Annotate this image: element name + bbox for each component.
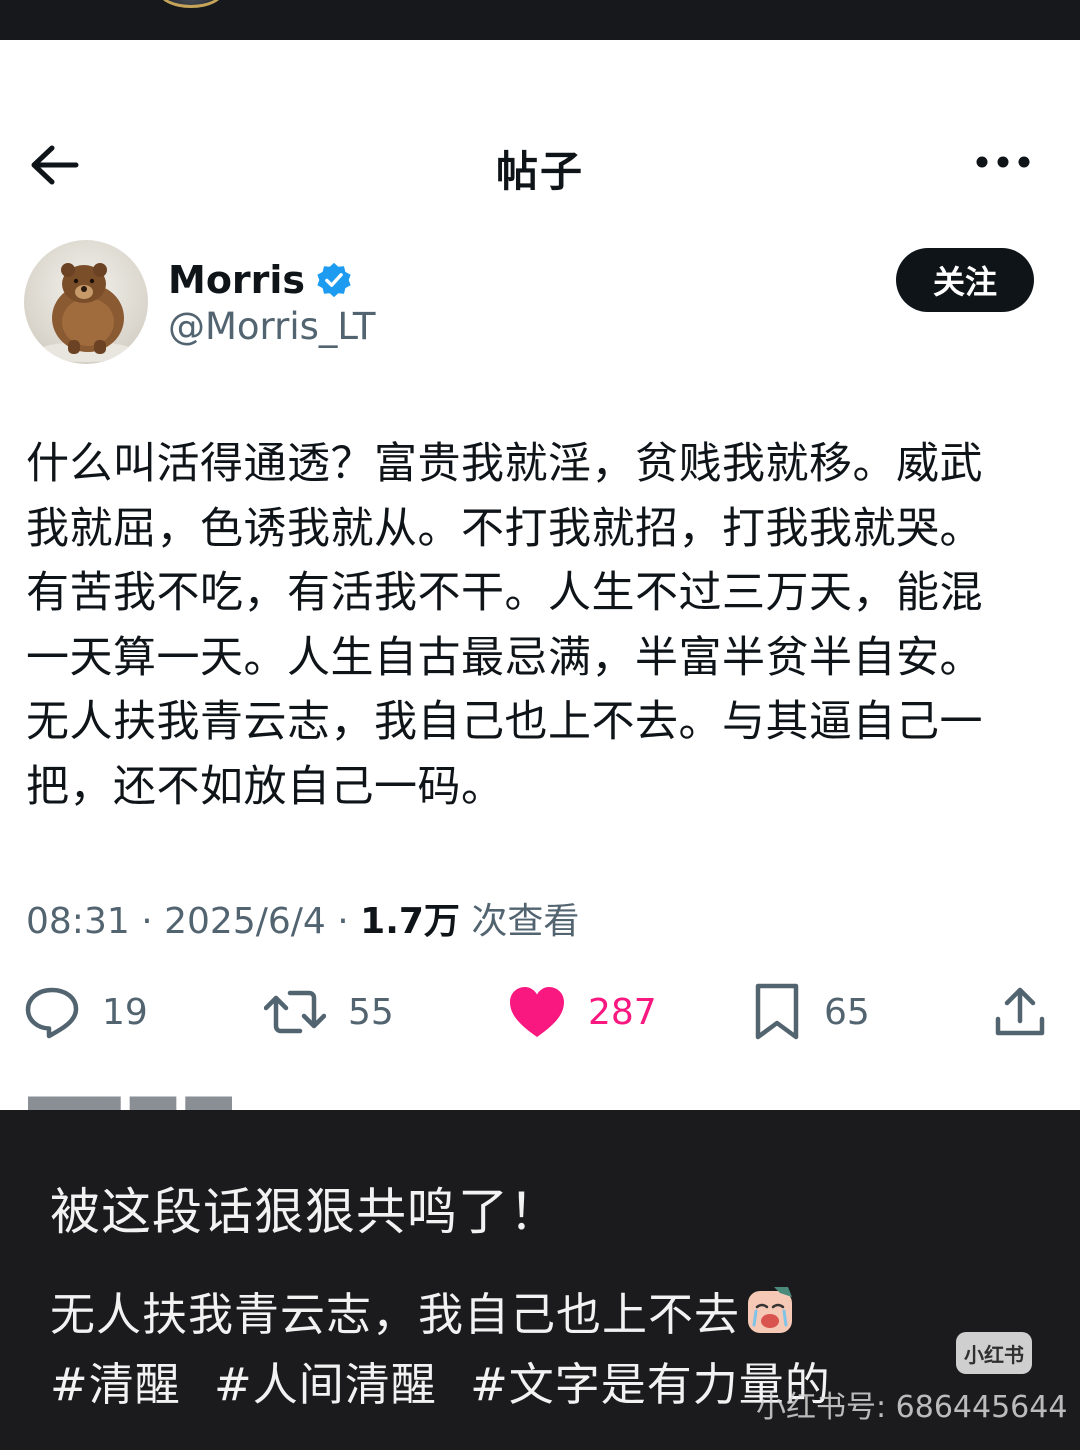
post-text: 什么叫活得通透？富贵我就淫，贫贱我就移。威武 我就屈，色诱我就从。不打我就招，打… xyxy=(26,432,1058,819)
author-avatar[interactable] xyxy=(24,240,148,364)
caption-overlay: ▇▇▇▇ ▇▇ ▇▇ 被这段话狠狠共鸣了！ 无人扶我青云志，我自己也上不去 #清… xyxy=(0,1096,1080,1450)
like-button[interactable]: 287 xyxy=(508,980,657,1044)
bookmark-icon xyxy=(755,983,799,1040)
reply-button[interactable]: 19 xyxy=(24,980,148,1044)
bookmark-count: 65 xyxy=(824,991,870,1033)
repost-icon xyxy=(264,990,326,1034)
post-text-line: 有苦我不吃，有活我不干。人生不过三万天，能混 xyxy=(26,568,983,618)
post-date[interactable]: 2025/6/4 xyxy=(164,901,326,942)
post-meta: 08:31 · 2025/6/4 · 1.7万 次查看 xyxy=(26,892,579,944)
overlay-quote-text: 无人扶我青云志，我自己也上不去 xyxy=(50,1288,741,1341)
like-count: 287 xyxy=(588,991,657,1033)
overlay-title: 被这段话狠狠共鸣了！ xyxy=(50,1183,560,1241)
more-button[interactable] xyxy=(974,142,1034,182)
partial-avatar xyxy=(158,0,224,8)
more-horizontal-icon xyxy=(976,156,1030,168)
crying-emoji-icon xyxy=(748,1286,793,1333)
cut-off-text: ▇▇▇▇ ▇▇ ▇▇ xyxy=(28,1096,232,1110)
meta-separator: · xyxy=(337,901,349,942)
author-name-row: Morris xyxy=(168,252,353,308)
hashtag-row: #清醒 #人间清醒 #文字是有力量的 xyxy=(50,1348,849,1413)
post-text-line: 我就屈，色诱我就从。不打我就招，打我我就哭。 xyxy=(26,503,983,554)
post-text-line: 一天算一天。人生自古最忌满，半富半贫半自安。 xyxy=(26,632,983,683)
share-icon xyxy=(995,987,1045,1036)
heart-icon xyxy=(510,987,564,1037)
reply-icon xyxy=(25,987,79,1039)
post-header: 帖子 xyxy=(0,120,1080,210)
post-text-line: 把，还不如放自己一码。 xyxy=(26,761,505,812)
author-name[interactable]: Morris xyxy=(168,258,305,302)
post-time[interactable]: 08:31 xyxy=(26,901,130,942)
verified-badge-icon xyxy=(317,262,351,298)
watermark-id: 小红书号: 686445644 xyxy=(756,1390,1068,1425)
post-text-line: 什么叫活得通透？富贵我就淫，贫贱我就移。威武 xyxy=(26,439,983,489)
reply-count: 19 xyxy=(102,991,148,1033)
xiaohongshu-logo: 小红书 xyxy=(956,1332,1032,1374)
views-count[interactable]: 1.7万 xyxy=(360,901,460,942)
meta-separator: · xyxy=(141,901,153,942)
bookmark-button[interactable]: 65 xyxy=(752,980,870,1044)
share-button[interactable] xyxy=(994,980,1046,1044)
hashtag[interactable]: #清醒 xyxy=(50,1358,181,1411)
overlay-quote: 无人扶我青云志，我自己也上不去 xyxy=(50,1278,796,1343)
post-text-line: 无人扶我青云志，我自己也上不去。与其逼自己一 xyxy=(26,697,983,747)
top-bar-strip xyxy=(0,0,1080,40)
follow-button[interactable]: 关注 xyxy=(896,248,1034,312)
action-bar: 19 55 287 65 xyxy=(0,980,1080,1044)
hashtag[interactable]: #人间清醒 xyxy=(214,1358,437,1411)
bear-avatar-image xyxy=(36,263,136,362)
repost-button[interactable]: 55 xyxy=(264,980,394,1044)
page-title: 帖子 xyxy=(495,147,584,196)
repost-count: 55 xyxy=(348,991,394,1033)
author-handle[interactable]: @Morris_LT xyxy=(168,305,376,348)
views-label: 次查看 xyxy=(471,901,580,942)
